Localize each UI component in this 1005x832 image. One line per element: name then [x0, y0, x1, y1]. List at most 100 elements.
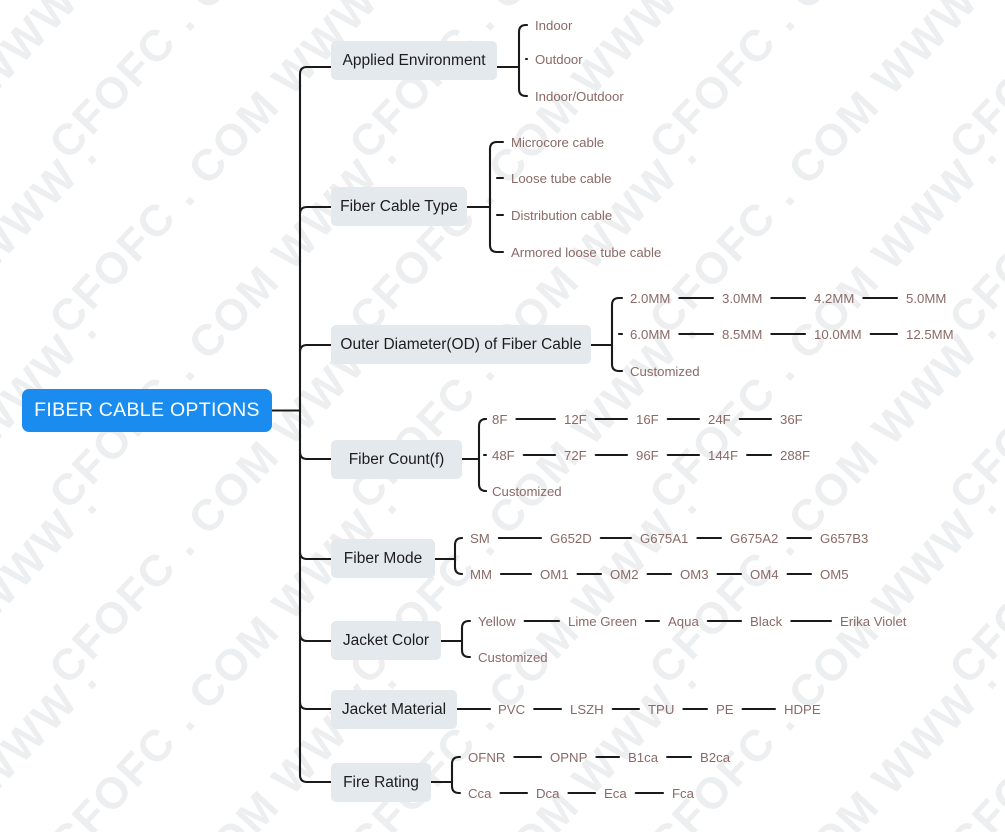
leaf-node[interactable]: LSZH [570, 703, 604, 716]
leaf-node[interactable]: 2.0MM [630, 292, 670, 305]
root-node-label: FIBER CABLE OPTIONS [34, 399, 260, 421]
branch-node[interactable]: Outer Diameter(OD) of Fiber Cable [331, 325, 591, 364]
watermark-text: CFOFC . COM WWW . [0, 304, 108, 693]
leaf-node[interactable]: 12.5MM [906, 328, 954, 341]
leaf-node[interactable]: Indoor [535, 19, 572, 32]
watermark-text: CFOFC . COM WWW . [940, 479, 1005, 832]
leaf-node[interactable]: Customized [630, 365, 700, 378]
branch-node[interactable]: Fiber Count(f) [331, 440, 462, 479]
leaf-node[interactable]: OPNP [550, 751, 587, 764]
leaf-node[interactable]: G675A1 [640, 532, 688, 545]
leaf-node[interactable]: 6.0MM [630, 328, 670, 341]
leaf-node[interactable]: 144F [708, 449, 738, 462]
watermark-text: CFOFC . COM WWW . [0, 0, 108, 169]
leaf-node[interactable]: Armored loose tube cable [511, 246, 661, 259]
leaf-node[interactable]: Loose tube cable [511, 172, 611, 185]
leaf-node[interactable]: Aqua [668, 615, 699, 628]
connector-line [453, 536, 464, 576]
branch-node[interactable]: Fiber Mode [331, 539, 435, 578]
leaf-node[interactable]: OM5 [820, 568, 849, 581]
connector-line [298, 632, 333, 643]
leaf-node[interactable]: Customized [478, 651, 548, 664]
leaf-node[interactable]: 288F [780, 449, 810, 462]
leaf-node[interactable]: OM2 [610, 568, 639, 581]
watermark-text: CFOFC . COM WWW . [940, 0, 1005, 344]
branch-node[interactable]: Fire Rating [331, 763, 431, 802]
leaf-node[interactable]: 72F [564, 449, 587, 462]
mindmap-canvas: CFOFC . COM WWW .CFOFC . COM WWW .CFOFC … [0, 0, 1005, 832]
branch-node-label: Fiber Mode [343, 549, 423, 567]
leaf-node[interactable]: Erika Violet [840, 615, 906, 628]
leaf-node[interactable]: Outdoor [535, 53, 583, 66]
branch-node[interactable]: Applied Environment [331, 41, 497, 80]
connector-line [298, 450, 333, 461]
connector-line [298, 205, 333, 216]
leaf-node[interactable]: 36F [780, 413, 803, 426]
leaf-node[interactable]: Lime Green [568, 615, 637, 628]
leaf-node[interactable]: PE [716, 703, 734, 716]
connector-line [298, 773, 333, 784]
leaf-node[interactable]: B2ca [700, 751, 730, 764]
leaf-node[interactable]: SM [470, 532, 490, 545]
leaf-node[interactable]: Customized [492, 485, 562, 498]
leaf-node[interactable]: OFNR [468, 751, 505, 764]
leaf-node[interactable]: 3.0MM [722, 292, 762, 305]
leaf-node[interactable]: 4.2MM [814, 292, 854, 305]
branch-node[interactable]: Jacket Color [331, 621, 441, 660]
leaf-node[interactable]: Black [750, 615, 782, 628]
leaf-node[interactable]: 16F [636, 413, 659, 426]
leaf-node[interactable]: OM4 [750, 568, 779, 581]
leaf-node[interactable]: OM1 [540, 568, 569, 581]
leaf-node[interactable]: Dca [536, 787, 559, 800]
leaf-node[interactable]: Cca [468, 787, 491, 800]
watermark-text: CFOFC . COM WWW . [940, 129, 1005, 519]
connector-line [298, 550, 333, 561]
connector-line [298, 343, 333, 354]
leaf-node[interactable]: Distribution cable [511, 209, 612, 222]
leaf-node[interactable]: OM3 [680, 568, 709, 581]
connector-line [460, 619, 471, 659]
watermark-text: CFOFC . COM WWW . [640, 129, 1005, 519]
leaf-node[interactable]: 5.0MM [906, 292, 946, 305]
leaf-node[interactable]: TPU [648, 703, 674, 716]
connector-line [517, 23, 528, 98]
leaf-node[interactable]: 24F [708, 413, 731, 426]
leaf-node[interactable]: Eca [604, 787, 627, 800]
watermark-text: CFOFC . COM WWW . [940, 654, 1005, 832]
leaf-node[interactable]: 8.5MM [722, 328, 762, 341]
watermark-text: CFOFC . COM WWW . [340, 654, 708, 832]
leaf-node[interactable]: 10.0MM [814, 328, 862, 341]
leaf-node[interactable]: 8F [492, 413, 507, 426]
leaf-node[interactable]: B1ca [628, 751, 658, 764]
watermark-text: CFOFC . COM WWW . [640, 304, 1005, 694]
leaf-node[interactable]: Indoor/Outdoor [535, 90, 624, 103]
leaf-node[interactable]: MM [470, 568, 492, 581]
leaf-node[interactable]: G652D [550, 532, 592, 545]
watermark-text: CFOFC . COM WWW . [40, 654, 408, 832]
connector-line [610, 296, 621, 373]
connector-line [450, 755, 461, 795]
leaf-node[interactable]: PVC [498, 703, 525, 716]
connector-line [488, 140, 499, 254]
leaf-node[interactable]: Fca [672, 787, 694, 800]
branch-node-label: Applied Environment [342, 51, 486, 69]
leaf-node[interactable]: HDPE [784, 703, 821, 716]
leaf-node[interactable]: 12F [564, 413, 587, 426]
leaf-node[interactable]: G675A2 [730, 532, 778, 545]
watermark-text: CFOFC . COM WWW . [40, 0, 408, 169]
root-node[interactable]: FIBER CABLE OPTIONS [22, 389, 272, 432]
connector-line [298, 700, 333, 711]
watermark-text: CFOFC . COM WWW . [0, 654, 108, 832]
branch-node-label: Jacket Material [341, 700, 447, 718]
leaf-node[interactable]: G657B3 [820, 532, 868, 545]
watermark-text: CFOFC . COM WWW . [940, 0, 1005, 169]
leaf-node[interactable]: Microcore cable [511, 136, 604, 149]
branch-node-label: Fire Rating [343, 773, 419, 791]
branch-node-label: Jacket Color [342, 631, 430, 649]
leaf-node[interactable]: 96F [636, 449, 659, 462]
leaf-node[interactable]: 48F [492, 449, 515, 462]
leaf-node[interactable]: Yellow [478, 615, 516, 628]
watermark-text: CFOFC . COM WWW . [0, 0, 107, 343]
branch-node[interactable]: Jacket Material [331, 690, 457, 729]
branch-node[interactable]: Fiber Cable Type [331, 187, 467, 226]
